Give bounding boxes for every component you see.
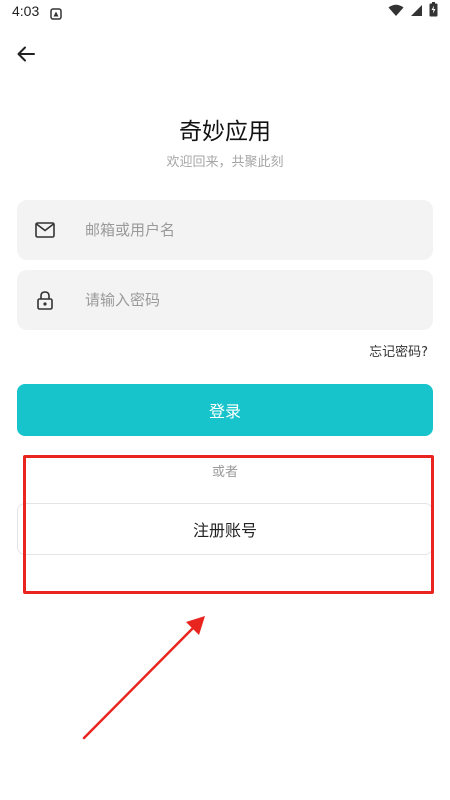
password-field[interactable] (17, 270, 433, 330)
status-icons (388, 1, 438, 21)
wifi-icon (388, 2, 404, 21)
status-time: 4:03 (12, 3, 40, 19)
status-bar: 4:03 (0, 0, 450, 24)
register-button[interactable]: 注册账号 (17, 503, 433, 555)
arrow-left-icon (17, 46, 35, 62)
or-divider-text: 或者 (211, 465, 238, 480)
email-field[interactable] (17, 200, 433, 260)
app-title: 奇妙应用 (179, 119, 271, 145)
notification-icon (50, 5, 62, 20)
password-input[interactable] (85, 270, 415, 330)
signal-icon (410, 2, 423, 21)
login-button[interactable]: 登录 (17, 384, 433, 436)
back-button[interactable] (10, 38, 42, 70)
battery-icon (429, 1, 438, 21)
forgot-password-link[interactable]: 忘记密码? (369, 341, 428, 360)
mail-icon (34, 219, 56, 241)
lock-icon (34, 289, 56, 311)
email-input[interactable] (85, 200, 415, 260)
app-subtitle: 欢迎回来，共聚此刻 (166, 155, 284, 170)
